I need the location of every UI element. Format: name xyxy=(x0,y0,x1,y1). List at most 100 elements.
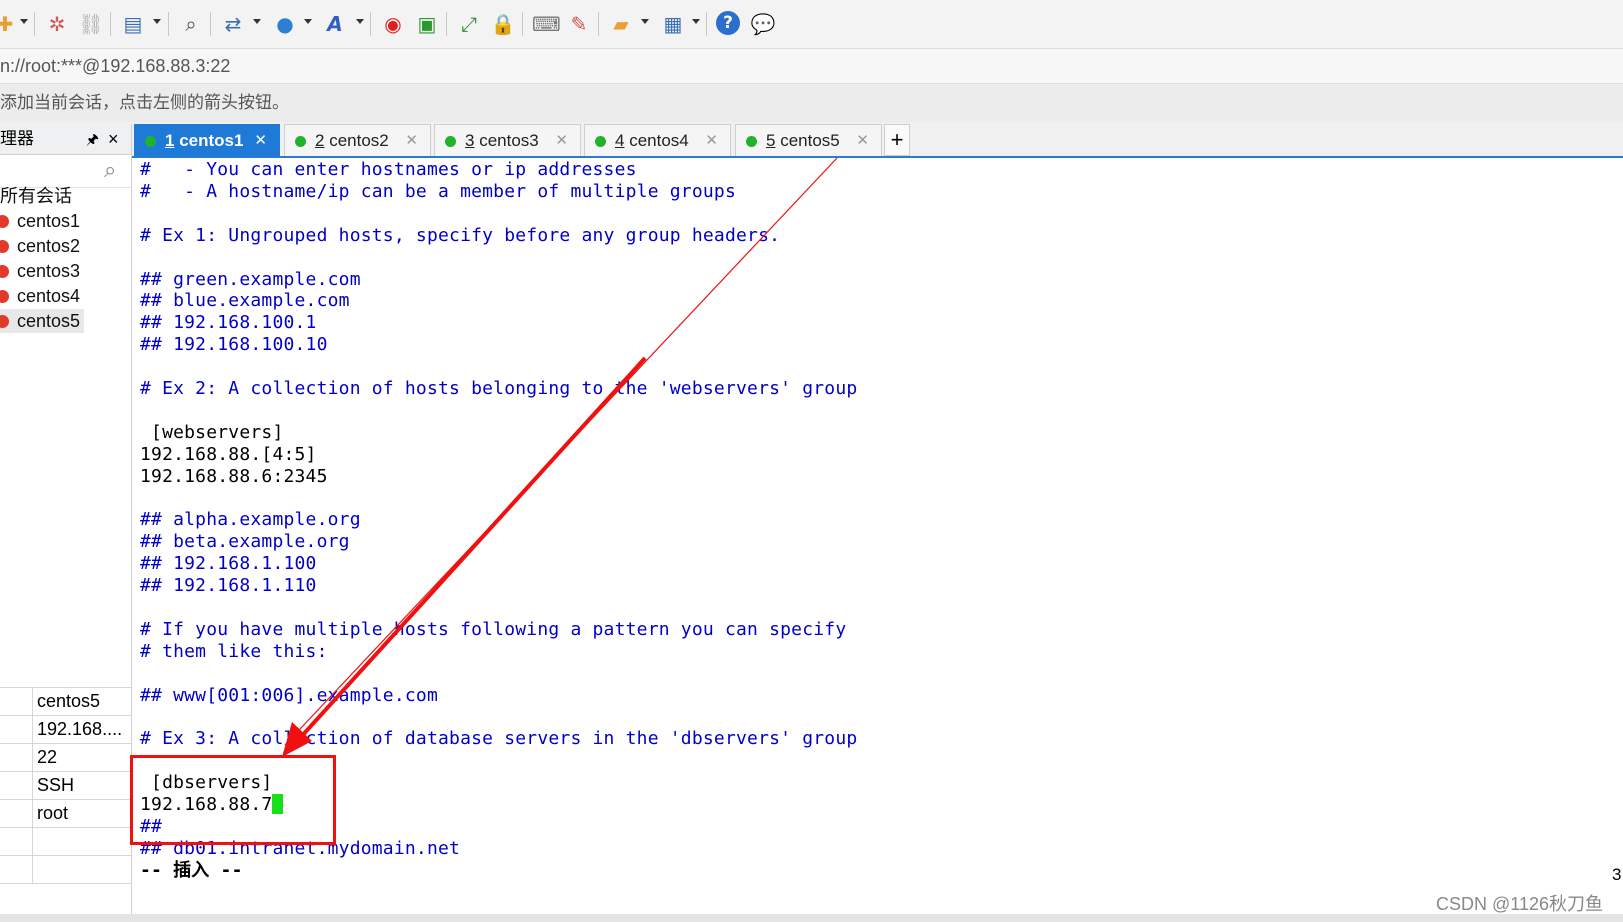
terminal-line: ## green.example.com xyxy=(140,269,361,291)
toolbar: ✚ ✲ ⛓ ▤ ⌕ ⇄ ● A ◉ ▣ ⤢ 🔒 ⌨ ✎ ▰ ▦ ? 💬 xyxy=(0,0,1623,49)
property-value xyxy=(33,856,131,883)
chevron-down-icon[interactable] xyxy=(153,19,161,24)
highlight-icon[interactable]: ✎ xyxy=(566,11,592,37)
close-tab-icon[interactable]: ✕ xyxy=(856,125,869,157)
terminal-line: # - You can enter hostnames or ip addres… xyxy=(140,159,637,181)
terminal-line-text: ## 192.168.1.100 xyxy=(140,553,317,575)
property-row-host: 192.168.... xyxy=(0,715,131,743)
terminal-line: 192.168.88.6:2345 xyxy=(140,466,328,488)
session-manager-icon[interactable]: ▤ xyxy=(120,11,146,37)
terminal-line-text: ## blue.example.com xyxy=(140,290,350,312)
tab-label: 3 centos3 xyxy=(465,125,539,157)
xftp-icon[interactable]: ▣ xyxy=(414,11,440,37)
tab-centos3[interactable]: 3 centos3 ✕ xyxy=(434,124,581,156)
transfer-icon[interactable]: ⇄ xyxy=(220,11,246,37)
property-row-protocol: SSH xyxy=(0,771,131,799)
terminal-line: ## www[001:006].example.com xyxy=(140,685,438,707)
terminal-line-text: # Ex 3: A collection of database servers… xyxy=(140,728,858,750)
tab-centos1[interactable]: 1 centos1 ✕ xyxy=(134,124,280,156)
terminal-line: -- 插入 -- xyxy=(140,860,243,882)
session-icon xyxy=(0,315,9,328)
terminal-line: # them like this: xyxy=(140,641,328,663)
chevron-down-icon[interactable] xyxy=(356,19,364,24)
toolbar-separator xyxy=(706,12,707,36)
close-icon[interactable]: × xyxy=(108,124,119,154)
terminal-line-text: ## green.example.com xyxy=(140,268,361,290)
address-text[interactable]: n://root:***@192.168.88.3:22 xyxy=(0,49,230,83)
toolbar-separator xyxy=(446,12,447,36)
toolbar-separator xyxy=(34,12,35,36)
chevron-down-icon[interactable] xyxy=(304,19,312,24)
globe-icon[interactable]: ● xyxy=(272,11,298,37)
close-tab-icon[interactable]: ✕ xyxy=(555,125,568,157)
connected-status-icon xyxy=(295,136,306,147)
tab-number: 2 xyxy=(315,131,325,150)
terminal-line: [webservers] xyxy=(140,422,283,444)
tab-centos4[interactable]: 4 centos4 ✕ xyxy=(584,124,731,156)
terminal-line: ## 192.168.100.1 xyxy=(140,312,317,334)
property-key xyxy=(0,744,33,771)
session-label: centos4 xyxy=(17,286,81,306)
toolbar-separator xyxy=(370,12,371,36)
search-icon[interactable]: ⌕ xyxy=(104,157,116,183)
tree-session-centos3[interactable]: centos3 xyxy=(0,259,80,283)
terminal-line: ## blue.example.com xyxy=(140,290,350,312)
terminal-line-text: # - You can enter hostnames or ip addres… xyxy=(140,159,637,180)
connected-status-icon xyxy=(595,136,606,147)
chevron-down-icon[interactable] xyxy=(692,19,700,24)
session-manager-panel: 理器 🖈 × ⌕ 所有会话 centos1 centos2 centos3 ce… xyxy=(0,124,132,922)
find-icon[interactable]: ⌕ xyxy=(178,11,204,37)
tree-session-centos1[interactable]: centos1 xyxy=(0,209,80,233)
new-session-icon[interactable]: ✚ xyxy=(0,11,18,37)
close-tab-icon[interactable]: ✕ xyxy=(405,125,418,157)
terminal-area[interactable]: # - You can enter hostnames or ip addres… xyxy=(132,158,1623,914)
terminal-edge-number: 3 xyxy=(1612,865,1622,884)
terminal-line-text: # - A hostname/ip can be a member of mul… xyxy=(140,180,736,202)
layout-icon[interactable]: ▦ xyxy=(660,11,686,37)
tab-number: 5 xyxy=(766,131,776,150)
tab-label: 5 centos5 xyxy=(766,125,840,157)
pin-icon[interactable]: 🖈 xyxy=(86,124,99,154)
tree-session-centos2[interactable]: centos2 xyxy=(0,234,80,258)
tab-name: centos4 xyxy=(629,131,689,150)
xshell-icon[interactable]: ◉ xyxy=(380,11,406,37)
connected-status-icon xyxy=(445,136,456,147)
tree-session-centos5[interactable]: centos5 xyxy=(0,309,85,333)
chevron-down-icon[interactable] xyxy=(253,19,261,24)
hint-bar: 添加当前会话，点击左侧的箭头按钮。 xyxy=(0,84,1623,122)
add-tab-button[interactable]: + xyxy=(884,124,910,156)
property-value: root xyxy=(37,803,69,823)
new-tab-group-icon[interactable]: ▰ xyxy=(608,11,634,37)
session-label: centos2 xyxy=(17,236,81,256)
disconnect-icon[interactable]: ✲ xyxy=(44,11,70,37)
fullscreen-icon[interactable]: ⤢ xyxy=(456,11,482,37)
keyboard-icon[interactable]: ⌨ xyxy=(532,11,561,37)
address-bar[interactable]: n://root:***@192.168.88.3:22 xyxy=(0,49,1623,84)
font-icon[interactable]: A xyxy=(322,11,348,37)
lock-icon[interactable]: 🔒 xyxy=(490,11,516,37)
terminal-line-text: # If you have multiple hosts following a… xyxy=(140,618,847,640)
help-icon[interactable]: ? xyxy=(716,11,740,35)
terminal-line: ## 192.168.1.100 xyxy=(140,553,317,575)
property-row-empty xyxy=(0,827,131,855)
reconnect-icon[interactable]: ⛓ xyxy=(78,11,104,37)
terminal-line: ## beta.example.org xyxy=(140,531,350,553)
close-tab-icon[interactable]: ✕ xyxy=(705,125,718,157)
chevron-down-icon[interactable] xyxy=(20,19,28,24)
chevron-down-icon[interactable] xyxy=(641,19,649,24)
terminal-line-text: ## 192.168.1.110 xyxy=(140,575,317,597)
session-label: centos5 xyxy=(17,311,81,331)
terminal-line: # Ex 3: A collection of database servers… xyxy=(140,728,857,750)
status-bar xyxy=(0,914,1623,922)
close-tab-icon[interactable]: ✕ xyxy=(254,125,267,157)
tab-centos5[interactable]: 5 centos5 ✕ xyxy=(735,124,882,156)
tree-root-all-sessions[interactable]: 所有会话 xyxy=(0,184,72,208)
watermark: CSDN @1126秋刀鱼 xyxy=(1436,894,1603,914)
toolbar-separator xyxy=(110,12,111,36)
terminal-line: # Ex 2: A collection of hosts belonging … xyxy=(140,378,857,400)
terminal-line: ## alpha.example.org xyxy=(140,509,361,531)
tab-centos2[interactable]: 2 centos2 ✕ xyxy=(284,124,431,156)
tree-session-centos4[interactable]: centos4 xyxy=(0,284,80,308)
tab-label: 2 centos2 xyxy=(315,125,389,157)
chat-icon[interactable]: 💬 xyxy=(750,11,776,37)
